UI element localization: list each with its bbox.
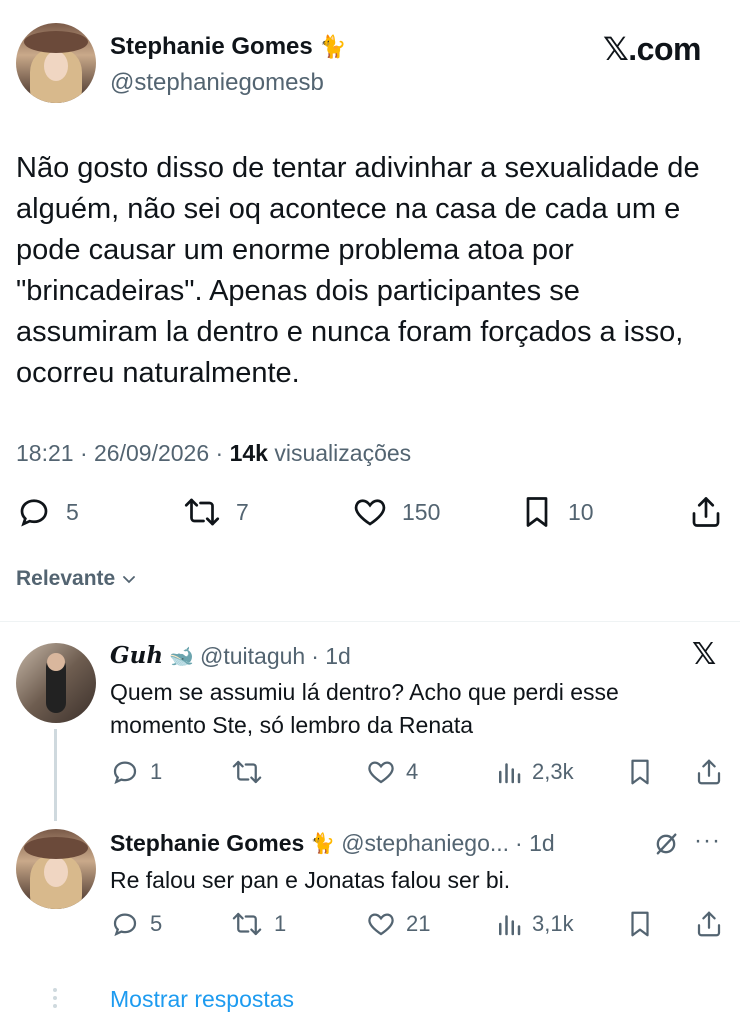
like-button[interactable]: 150 [352, 494, 440, 530]
reply-header: Stephanie Gomes 🐈 @stephaniego... · 1d [110, 829, 555, 857]
reply-count: 5 [66, 498, 79, 525]
author-name-text: Stephanie Gomes [110, 33, 313, 60]
reply-like-button[interactable]: 4 [366, 757, 418, 787]
reply-avatar[interactable] [16, 829, 96, 909]
bookmark-icon [526, 497, 548, 527]
retweet-count: 1 [274, 911, 287, 936]
reply-button[interactable]: 5 [16, 494, 79, 530]
show-replies-link[interactable]: Mostrar respostas [110, 984, 294, 1014]
reply-author-name[interactable]: Stephanie Gomes [110, 829, 304, 857]
reply-views-button[interactable]: 3,1k [496, 909, 574, 939]
more-options-icon[interactable]: ··· [694, 826, 721, 856]
reply-text: Quem se assumiu lá dentro? Acho que perd… [110, 679, 619, 738]
author-handle[interactable]: @stephaniegomesb [110, 69, 324, 97]
bookmark-button[interactable]: 10 [520, 494, 594, 530]
retweet-button[interactable]: 7 [182, 494, 249, 530]
reply-author-handle[interactable]: @tuitaguh [200, 642, 305, 670]
reply-icon [113, 761, 137, 785]
reply-retweet-button[interactable] [230, 757, 274, 787]
reply-age: · 1d [515, 830, 555, 856]
analytics-icon [499, 915, 521, 936]
separator: · [79, 440, 88, 466]
thread-dots [51, 988, 59, 1008]
share-icon [697, 759, 721, 785]
reply-reply-button[interactable]: 1 [110, 757, 162, 787]
x-logo-icon: 𝕏 [692, 638, 717, 671]
views-count: 3,1k [532, 911, 574, 936]
reply-count: 1 [150, 759, 163, 784]
reply-views-button[interactable]: 2,3k [496, 757, 574, 787]
divider [0, 621, 740, 622]
reply-author-name[interactable]: Guh [110, 642, 163, 670]
reply-bookmark-button[interactable] [626, 757, 654, 787]
grok-icon[interactable] [652, 830, 680, 863]
whale-emoji: 🐋 [169, 644, 194, 668]
retweet-icon [232, 760, 262, 784]
reply-retweet-button[interactable]: 1 [230, 909, 286, 939]
bookmark-icon [631, 911, 649, 937]
reply-text: Re falou ser pan e Jonatas falou ser bi. [110, 867, 511, 893]
reply-like-button[interactable]: 21 [366, 909, 430, 939]
tweet-time[interactable]: 18:21 [16, 440, 74, 466]
analytics-icon [499, 763, 521, 784]
views-count: 14k [229, 440, 268, 466]
tweet-date[interactable]: 26/09/2026 [94, 440, 209, 466]
like-count: 21 [406, 911, 431, 936]
bookmark-count: 10 [568, 498, 594, 525]
reply-avatar[interactable] [16, 643, 96, 723]
sort-label: Relevante [16, 567, 116, 590]
retweet-count: 7 [236, 498, 249, 525]
heart-icon [368, 761, 394, 784]
cat-emoji: 🐈 [319, 35, 347, 60]
author-avatar[interactable] [16, 23, 96, 103]
reply-bookmark-button[interactable] [626, 909, 654, 939]
heart-icon [368, 913, 394, 936]
reply-author-handle[interactable]: @stephaniego... [341, 829, 509, 857]
retweet-icon [184, 498, 220, 526]
views-count: 2,3k [532, 759, 574, 784]
author-name[interactable]: Stephanie Gomes 🐈 [110, 32, 347, 63]
reply-share-button[interactable] [694, 757, 724, 787]
separator: · [215, 440, 224, 466]
views-label: visualizações [274, 440, 412, 466]
reply-icon [20, 499, 48, 527]
sort-dropdown[interactable]: Relevante [16, 567, 137, 591]
reply-reply-button[interactable]: 5 [110, 909, 162, 939]
like-count: 4 [406, 759, 419, 784]
thread-line [54, 729, 57, 821]
cat-emoji: 🐈 [310, 831, 336, 855]
heart-icon [354, 499, 386, 526]
reply-header: Guh 🐋 @tuitaguh · 1d [110, 642, 351, 670]
share-icon [692, 497, 720, 527]
retweet-icon [232, 912, 262, 936]
reply-icon [113, 913, 137, 937]
share-icon [697, 911, 721, 937]
bookmark-icon [631, 759, 649, 785]
reply-share-button[interactable] [694, 909, 724, 939]
reply-count: 5 [150, 911, 163, 936]
chevron-down-icon [123, 576, 136, 584]
share-button[interactable] [688, 494, 724, 530]
reply-age: · 1d [311, 643, 351, 669]
tweet-meta: 18:21 · 26/09/2026 · 14k visualizações [16, 438, 411, 468]
site-logo: 𝕏.com [603, 31, 701, 67]
like-count: 150 [402, 498, 441, 525]
tweet-text: Não gosto disso de tentar adivinhar a se… [16, 152, 700, 389]
